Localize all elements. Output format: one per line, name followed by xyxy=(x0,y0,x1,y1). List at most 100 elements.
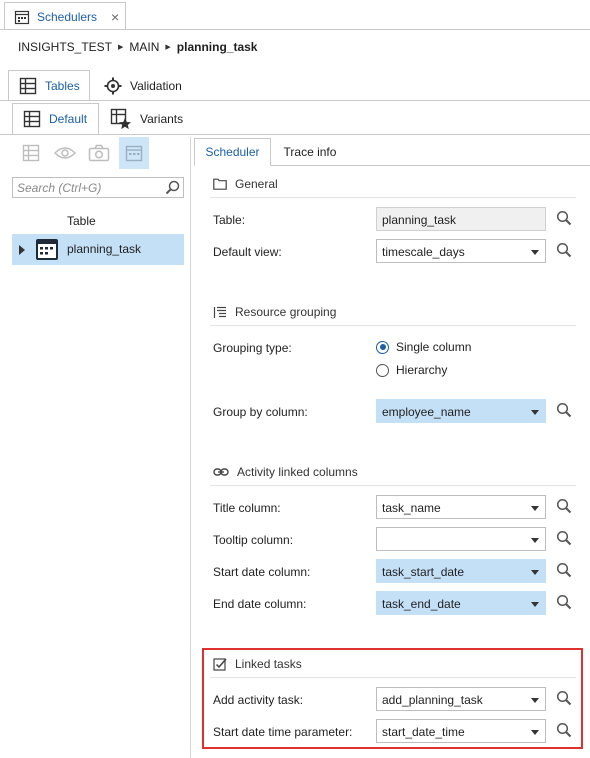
divider xyxy=(0,29,590,30)
dropdown-arrow-icon xyxy=(531,506,539,511)
preview-button[interactable] xyxy=(50,137,80,169)
breadcrumb-item-table: planning_task xyxy=(176,40,258,54)
breadcrumb-item-database[interactable]: INSIGHTS_TEST xyxy=(18,40,112,54)
section-title: Resource grouping xyxy=(235,305,337,319)
tab-tables-label: Tables xyxy=(45,78,80,93)
dropdown-arrow-icon xyxy=(531,250,539,255)
scheduler-icon xyxy=(14,9,30,25)
search-icon[interactable] xyxy=(556,402,572,418)
tab-scheduler[interactable]: Scheduler xyxy=(194,138,271,166)
group-by-column-value: employee_name xyxy=(382,405,471,419)
search-icon[interactable] xyxy=(556,498,572,514)
end-date-column-value: task_end_date xyxy=(382,597,461,611)
search-icon[interactable] xyxy=(556,210,572,226)
tree-column-header: Table xyxy=(67,214,96,228)
start-date-column-value: task_start_date xyxy=(382,565,465,579)
tooltip-column-label: Tooltip column: xyxy=(213,533,294,547)
default-view-label: Default view: xyxy=(213,245,282,259)
start-date-time-parameter-select[interactable]: start_date_time xyxy=(376,719,546,743)
folder-icon xyxy=(213,178,227,190)
end-date-column-label: End date column: xyxy=(213,597,307,611)
dropdown-arrow-icon xyxy=(531,602,539,607)
close-icon[interactable]: × xyxy=(111,10,119,24)
task-check-icon xyxy=(213,657,227,671)
section-resource-grouping-header: Resource grouping xyxy=(213,305,336,319)
tab-trace-info[interactable]: Trace info xyxy=(272,138,348,166)
tab-variants-label: Variants xyxy=(140,112,184,126)
default-view-select[interactable]: timescale_days xyxy=(376,239,546,263)
expand-arrow-icon[interactable] xyxy=(19,245,25,255)
end-date-column-select[interactable]: task_end_date xyxy=(376,591,546,615)
start-date-time-parameter-value: start_date_time xyxy=(382,725,465,739)
grid-icon xyxy=(22,144,40,162)
section-activity-columns-header: Activity linked columns xyxy=(213,465,358,479)
table-label: Table: xyxy=(213,213,246,227)
section-title: General xyxy=(235,177,278,191)
radio-single-column[interactable]: Single column xyxy=(376,340,471,354)
search-input[interactable]: Search (Ctrl+G) xyxy=(12,177,184,198)
tab-variants[interactable]: Variants xyxy=(100,103,190,135)
start-date-column-select[interactable]: task_start_date xyxy=(376,559,546,583)
breadcrumb-separator-icon: ▶ xyxy=(118,44,124,51)
breadcrumb-separator-icon: ▶ xyxy=(165,44,171,51)
section-general-header: General xyxy=(213,177,278,191)
search-icon[interactable] xyxy=(556,690,572,706)
table-field-value: planning_task xyxy=(382,213,457,227)
title-column-select[interactable]: task_name xyxy=(376,495,546,519)
scheduler-icon xyxy=(125,144,143,162)
list-indent-icon xyxy=(213,306,227,319)
group-by-column-label: Group by column: xyxy=(213,405,308,419)
radio-label: Hierarchy xyxy=(396,363,448,377)
table-star-icon xyxy=(110,108,132,130)
dropdown-arrow-icon xyxy=(531,410,539,415)
divider xyxy=(210,197,576,198)
snapshot-button[interactable] xyxy=(84,137,114,169)
link-icon xyxy=(213,467,229,477)
radio-button-icon[interactable] xyxy=(376,363,389,377)
tab-trace-info-label: Trace info xyxy=(283,145,337,159)
divider xyxy=(210,677,576,678)
divider xyxy=(0,100,590,101)
tooltip-column-select[interactable] xyxy=(376,527,546,551)
tab-default[interactable]: Default xyxy=(12,103,99,135)
search-icon[interactable] xyxy=(556,530,572,546)
camera-icon xyxy=(88,144,110,162)
grid-view-button[interactable] xyxy=(16,137,46,169)
table-grid-icon xyxy=(19,77,37,95)
search-placeholder: Search (Ctrl+G) xyxy=(17,181,102,195)
tab-validation[interactable]: Validation xyxy=(94,70,194,101)
main-tabs: Tables Validation xyxy=(0,70,590,101)
breadcrumb-item-schema[interactable]: MAIN xyxy=(129,40,159,54)
grouping-type-label: Grouping type: xyxy=(213,341,292,355)
dropdown-arrow-icon xyxy=(531,698,539,703)
add-activity-task-label: Add activity task: xyxy=(213,693,304,707)
scheduler-table-icon xyxy=(35,238,59,261)
radio-hierarchy[interactable]: Hierarchy xyxy=(376,363,447,377)
tree-item-label: planning_task xyxy=(67,242,142,256)
document-tab-schedulers[interactable]: Schedulers × xyxy=(4,2,126,30)
section-title: Linked tasks xyxy=(235,657,302,671)
title-column-value: task_name xyxy=(382,501,441,515)
search-icon[interactable] xyxy=(556,594,572,610)
tree-item-planning-task[interactable]: planning_task xyxy=(12,234,184,265)
group-by-column-select[interactable]: employee_name xyxy=(376,399,546,423)
dropdown-arrow-icon xyxy=(531,570,539,575)
add-activity-task-select[interactable]: add_planning_task xyxy=(376,687,546,711)
search-icon[interactable] xyxy=(165,180,180,195)
search-icon[interactable] xyxy=(556,722,572,738)
dropdown-arrow-icon xyxy=(531,538,539,543)
search-icon[interactable] xyxy=(556,242,572,258)
radio-button-icon[interactable] xyxy=(376,340,389,354)
scheduler-view-button[interactable] xyxy=(119,137,149,169)
eye-icon xyxy=(54,145,76,161)
tab-tables[interactable]: Tables xyxy=(8,70,90,101)
search-icon[interactable] xyxy=(556,562,572,578)
breadcrumb: INSIGHTS_TEST ▶ MAIN ▶ planning_task xyxy=(18,40,257,54)
tab-scheduler-label: Scheduler xyxy=(205,145,260,159)
default-view-value: timescale_days xyxy=(382,245,465,259)
table-field[interactable]: planning_task xyxy=(376,207,546,231)
pane-divider[interactable] xyxy=(190,137,191,758)
section-title: Activity linked columns xyxy=(237,465,358,479)
table-grid-icon xyxy=(23,110,41,128)
tab-default-label: Default xyxy=(49,112,88,126)
